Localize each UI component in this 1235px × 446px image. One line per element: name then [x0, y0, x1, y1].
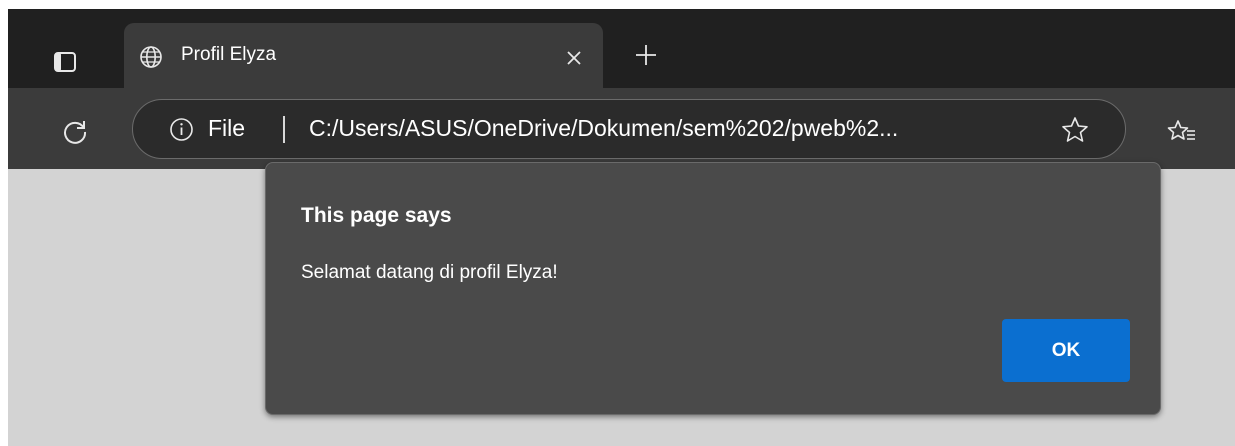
favorites-icon[interactable]: [1167, 118, 1197, 146]
url-text[interactable]: C:/Users/ASUS/OneDrive/Dokumen/sem%202/p…: [309, 115, 1029, 142]
browser-window: Profil Elyza File C:/Users/ASUS/OneDrive…: [8, 9, 1235, 446]
dialog-title: This page says: [301, 204, 452, 227]
globe-icon: [139, 45, 163, 69]
dialog-message: Selamat datang di profil Elyza!: [301, 262, 558, 283]
address-separator: [283, 116, 285, 143]
close-icon[interactable]: [562, 46, 586, 70]
info-icon[interactable]: [169, 117, 194, 142]
address-bar[interactable]: File C:/Users/ASUS/OneDrive/Dokumen/sem%…: [132, 99, 1126, 159]
tab-actions-icon[interactable]: [50, 47, 80, 77]
alert-dialog: This page says Selamat datang di profil …: [265, 162, 1161, 415]
reload-icon[interactable]: [60, 117, 90, 147]
toolbar: File C:/Users/ASUS/OneDrive/Dokumen/sem%…: [8, 88, 1235, 169]
screenshot-frame: Profil Elyza File C:/Users/ASUS/OneDrive…: [0, 0, 1235, 446]
plus-icon[interactable]: [633, 42, 659, 68]
ok-button[interactable]: OK: [1002, 319, 1130, 382]
scheme-label: File: [208, 115, 246, 141]
tab-profil-elyza[interactable]: Profil Elyza: [124, 23, 603, 88]
star-icon[interactable]: [1060, 115, 1090, 145]
tab-title: Profil Elyza: [181, 44, 277, 65]
tab-strip: Profil Elyza: [8, 9, 1235, 88]
